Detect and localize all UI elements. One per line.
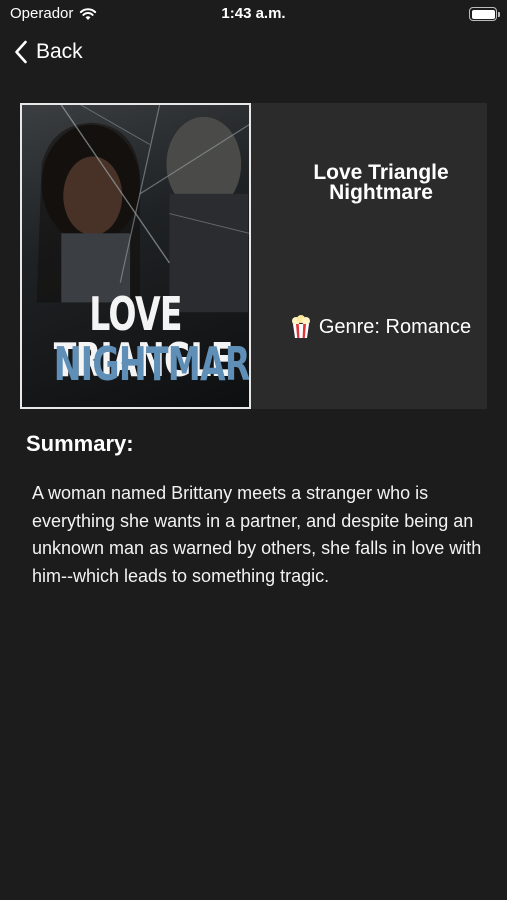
back-label: Back xyxy=(36,40,83,63)
status-bar: Operador 1:43 a.m. xyxy=(0,0,507,30)
movie-header-card: LOVE TRIANGLE NIGHTMARE Love Triangle Ni… xyxy=(20,103,487,409)
chevron-left-icon xyxy=(14,40,28,64)
movie-title: Love Triangle Nightmare xyxy=(313,161,449,204)
back-button[interactable]: Back xyxy=(14,36,83,68)
genre-label: Genre: Romance xyxy=(275,315,487,339)
summary-heading: Summary: xyxy=(26,431,134,456)
battery-icon xyxy=(469,7,500,21)
summary-text: A woman named Brittany meets a stranger … xyxy=(32,483,482,586)
popcorn-icon xyxy=(291,315,311,339)
genre-text: Genre: Romance xyxy=(318,315,472,338)
status-time: 1:43 a.m. xyxy=(221,5,286,22)
movie-poster: LOVE TRIANGLE NIGHTMARE xyxy=(20,103,251,409)
poster-title-line2: NIGHTMARE xyxy=(53,337,251,391)
